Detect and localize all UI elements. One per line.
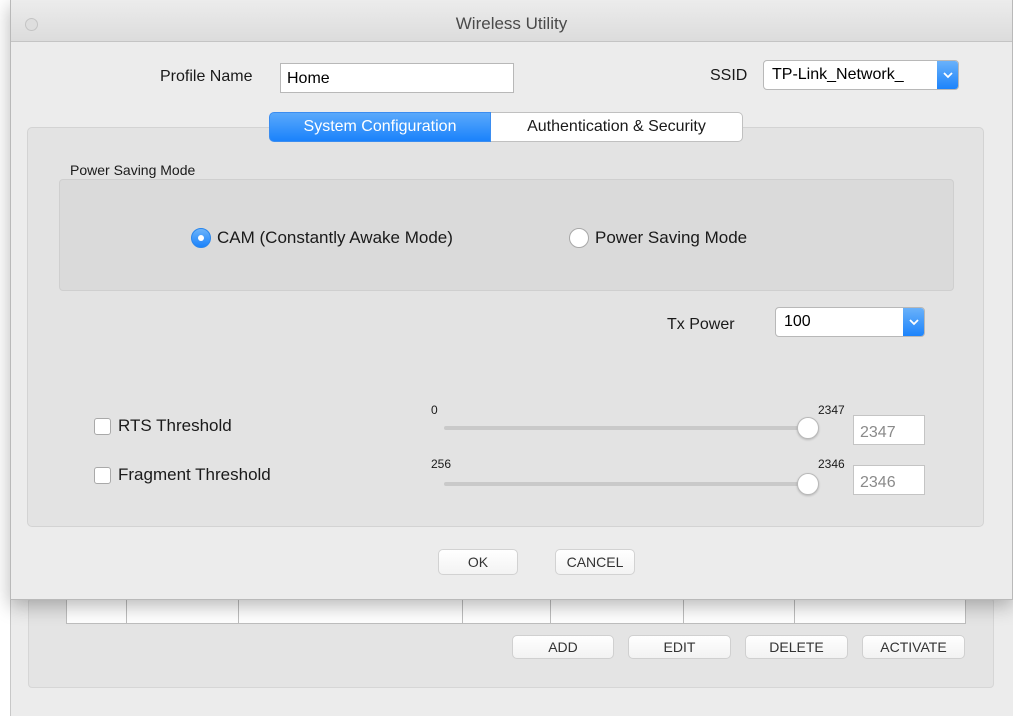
power-saving-radio[interactable]: Power Saving Mode — [569, 228, 747, 248]
ssid-select[interactable]: TP-Link_Network_ — [763, 60, 959, 90]
table-column — [551, 598, 684, 623]
profile-name-label: Profile Name — [160, 68, 253, 85]
power-saving-caption: Power Saving Mode — [70, 162, 196, 178]
tx-power-label: Tx Power — [667, 316, 735, 333]
rts-max-label: 2347 — [818, 403, 845, 417]
fragment-slider-track[interactable] — [444, 482, 814, 486]
add-button[interactable]: ADD — [512, 635, 614, 659]
ssid-label: SSID — [710, 67, 748, 84]
fragment-threshold-checkbox[interactable]: Fragment Threshold — [94, 465, 271, 485]
rts-min-label: 0 — [431, 403, 438, 417]
table-column — [684, 598, 795, 623]
title-bar[interactable]: Wireless Utility — [11, 0, 1012, 42]
profile-name-input[interactable]: Home — [280, 63, 514, 93]
radio-selected-icon — [191, 228, 211, 248]
table-column — [239, 598, 463, 623]
fragment-slider-handle[interactable] — [797, 473, 819, 495]
rts-slider-track[interactable] — [444, 426, 814, 430]
chevron-down-icon — [937, 61, 958, 89]
rts-threshold-checkbox[interactable]: RTS Threshold — [94, 416, 232, 436]
chevron-down-icon — [903, 308, 924, 336]
fragment-threshold-input[interactable]: 2346 — [853, 465, 925, 495]
ok-button[interactable]: OK — [438, 549, 518, 575]
checkbox-icon — [94, 417, 111, 435]
checkbox-icon — [94, 466, 111, 484]
tab-authentication-security[interactable]: Authentication & Security — [491, 112, 743, 142]
cam-radio-label: CAM (Constantly Awake Mode) — [217, 228, 453, 247]
table-column — [67, 598, 127, 623]
table-column — [127, 598, 239, 623]
cam-radio[interactable]: CAM (Constantly Awake Mode) — [191, 228, 453, 248]
tab-bar: System Configuration Authentication & Se… — [269, 112, 743, 142]
tx-power-select[interactable]: 100 — [775, 307, 925, 337]
fragment-threshold-label: Fragment Threshold — [118, 465, 271, 484]
fragment-min-label: 256 — [431, 457, 452, 471]
cancel-button[interactable]: CANCEL — [555, 549, 635, 575]
rts-slider-handle[interactable] — [797, 417, 819, 439]
table-column — [463, 598, 551, 623]
window-title: Wireless Utility — [455, 14, 568, 33]
radio-unselected-icon — [569, 228, 589, 248]
power-saving-radio-label: Power Saving Mode — [595, 228, 748, 247]
delete-button[interactable]: DELETE — [745, 635, 848, 659]
table-column — [795, 598, 965, 623]
ssid-value: TP-Link_Network_ — [772, 66, 904, 83]
tx-power-value: 100 — [784, 313, 811, 330]
fragment-max-label: 2346 — [818, 457, 845, 471]
profile-list-table[interactable] — [66, 598, 966, 624]
activate-button[interactable]: ACTIVATE — [862, 635, 965, 659]
rts-threshold-input[interactable]: 2347 — [853, 415, 925, 445]
edit-button[interactable]: EDIT — [628, 635, 731, 659]
tab-system-configuration[interactable]: System Configuration — [269, 112, 491, 142]
rts-threshold-label: RTS Threshold — [118, 416, 232, 435]
